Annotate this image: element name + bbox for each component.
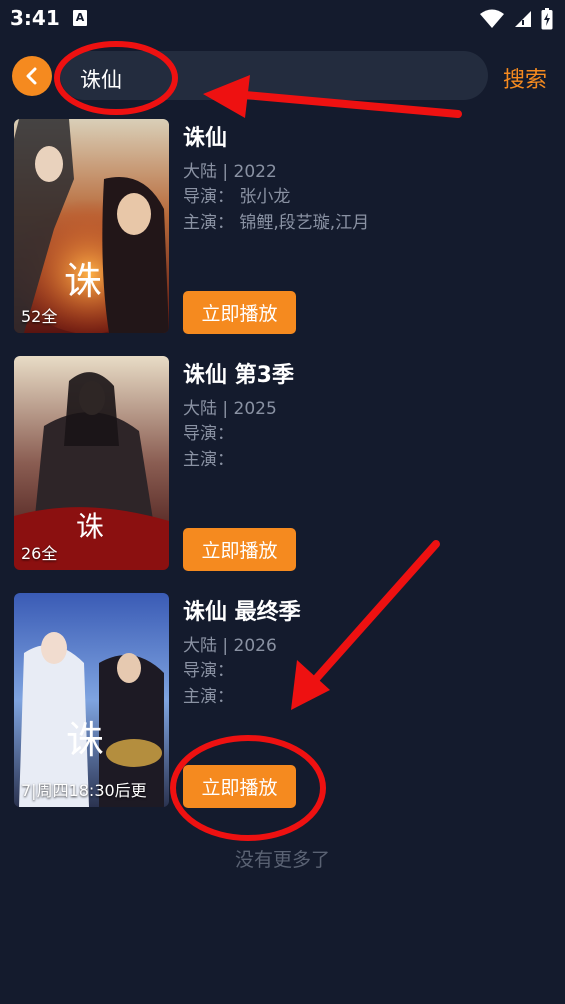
signal-icon — [515, 11, 531, 27]
director: 导演： 张小龙 — [183, 187, 291, 207]
notification-icon: A — [73, 10, 87, 26]
result-title: 诛仙 — [183, 126, 228, 151]
play-now-button[interactable]: 立即播放 — [183, 765, 296, 808]
cast: 主演： — [183, 450, 234, 470]
region-year: 大陆 | 2022 — [183, 162, 277, 182]
poster-image[interactable]: 诛 7|周四18:30后更 — [14, 593, 169, 807]
status-icons — [479, 8, 553, 30]
episode-badge: 26全 — [21, 544, 58, 563]
search-input[interactable]: 诛仙 — [60, 51, 488, 100]
play-now-button[interactable]: 立即播放 — [183, 528, 296, 571]
status-bar: 3:41 A — [0, 0, 565, 38]
cast: 主演： — [183, 687, 234, 707]
result-item[interactable]: 诛 52全 诛仙 大陆 | 2022 导演： 张小龙 主演： 锦鲤,段艺璇,江月… — [0, 119, 565, 334]
cast: 主演： 锦鲤,段艺璇,江月 — [183, 213, 370, 233]
chevron-left-icon — [26, 67, 37, 85]
svg-text:诛: 诛 — [64, 259, 102, 303]
director: 导演： — [183, 661, 234, 681]
region-year: 大陆 | 2026 — [183, 636, 277, 656]
battery-icon — [541, 8, 553, 30]
back-button[interactable] — [12, 56, 52, 96]
svg-text:诛: 诛 — [76, 510, 104, 543]
play-now-button[interactable]: 立即播放 — [183, 291, 296, 334]
director: 导演： — [183, 424, 234, 444]
end-of-list-text: 没有更多了 — [234, 849, 330, 871]
result-title: 诛仙 第3季 — [183, 363, 294, 388]
search-input-value: 诛仙 — [80, 68, 122, 92]
wifi-icon — [480, 9, 504, 28]
svg-text:诛: 诛 — [66, 718, 104, 762]
search-results-screen: 3:41 A 诛仙 搜索 诛 52全 诛仙 大陆 | 2022 导演： 张小龙 … — [0, 0, 565, 1004]
poster-image[interactable]: 诛 26全 — [14, 356, 169, 570]
episode-badge: 52全 — [21, 307, 58, 326]
region-year: 大陆 | 2025 — [183, 399, 277, 419]
update-badge: 7|周四18:30后更 — [21, 781, 147, 800]
poster-image[interactable]: 诛 52全 — [14, 119, 169, 333]
search-button[interactable]: 搜索 — [503, 62, 547, 94]
status-time: 3:41 — [10, 6, 60, 30]
result-item[interactable]: 诛 7|周四18:30后更 诛仙 最终季 大陆 | 2026 导演： 主演： 立… — [0, 593, 565, 808]
result-item[interactable]: 诛 26全 诛仙 第3季 大陆 | 2025 导演： 主演： 立即播放 — [0, 356, 565, 571]
result-title: 诛仙 最终季 — [183, 600, 301, 625]
